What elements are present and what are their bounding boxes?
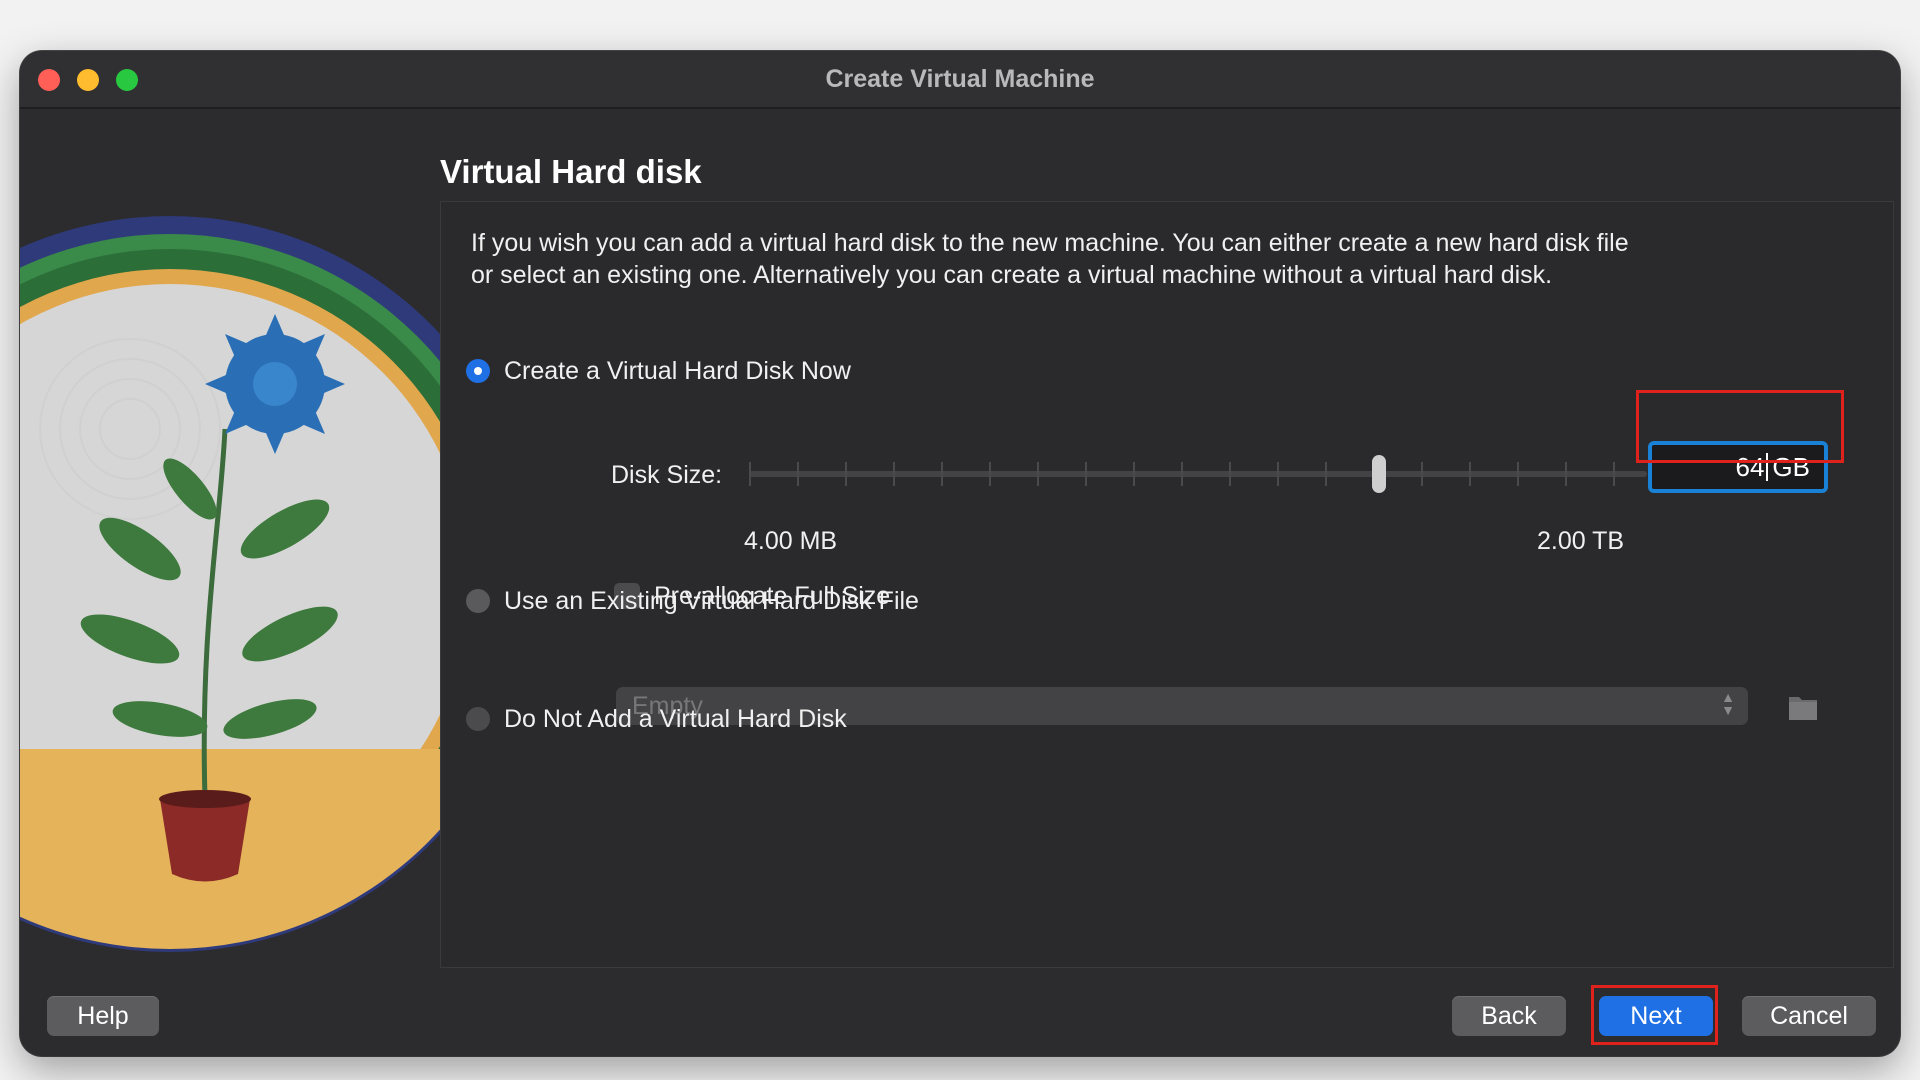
next-button[interactable]: Next [1599, 996, 1713, 1036]
page-description: If you wish you can add a virtual hard d… [471, 229, 1629, 289]
disk-size-min-label: 4.00 MB [744, 527, 838, 555]
plant-illustration [20, 109, 460, 999]
use-existing-label: Use an Existing Virtual Hard Disk File [504, 586, 919, 615]
create-new-label: Create a Virtual Hard Disk Now [504, 356, 851, 385]
page-title: Virtual Hard disk [440, 153, 702, 190]
disk-size-slider-ticks [749, 462, 1647, 486]
use-existing-radio[interactable] [466, 589, 490, 613]
help-button[interactable]: Help [47, 996, 159, 1036]
create-new-radio[interactable] [466, 359, 490, 383]
disk-size-label: Disk Size: [611, 461, 723, 489]
disk-size-unit: GB [1772, 451, 1810, 482]
disk-size-max-label: 2.00 TB [1537, 527, 1625, 555]
disk-size-value: 64 [1735, 451, 1765, 482]
back-button[interactable]: Back [1452, 996, 1566, 1036]
dialog-window: Create Virtual Machine Virtual Hard disk… [20, 51, 1900, 1056]
option-use-existing[interactable]: Use an Existing Virtual Hard Disk File [466, 583, 919, 619]
text-caret [1766, 453, 1769, 481]
folder-icon[interactable] [1787, 692, 1819, 722]
window-title: Create Virtual Machine [825, 65, 1095, 93]
title-bar[interactable]: Create Virtual Machine [20, 51, 1900, 109]
disk-size-slider-thumb[interactable] [1372, 455, 1386, 493]
no-disk-radio[interactable] [466, 707, 490, 731]
no-disk-label: Do Not Add a Virtual Hard Disk [504, 704, 847, 733]
option-create-new[interactable]: Create a Virtual Hard Disk Now [466, 353, 851, 389]
chevron-updown-icon: ▲ ▼ [1721, 689, 1735, 718]
cancel-button[interactable]: Cancel [1742, 996, 1876, 1036]
option-no-disk[interactable]: Do Not Add a Virtual Hard Disk [466, 701, 847, 737]
disk-size-input[interactable]: 64 GB [1648, 441, 1828, 493]
